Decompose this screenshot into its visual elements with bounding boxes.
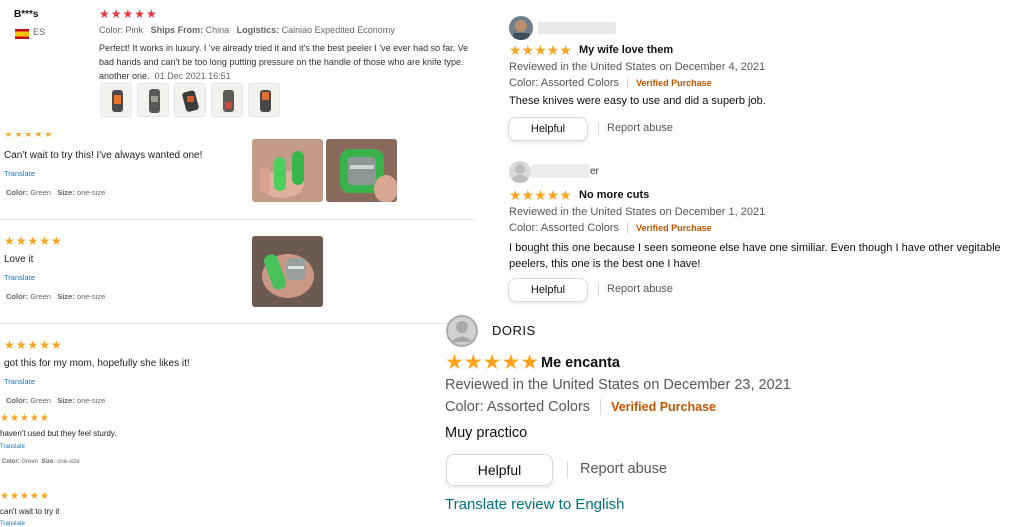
redacted-username: [531, 164, 589, 178]
reviewer-name: DORIS: [492, 323, 536, 338]
rating-stars: ★★★★★: [509, 42, 572, 58]
rating-stars: ★★★★★: [4, 338, 63, 352]
review-body: I bought this one because I seen someone…: [509, 242, 1001, 270]
helpful-button[interactable]: Helpful: [508, 278, 588, 302]
variant-info: Color: Assorted Colors Verified Purchase: [509, 222, 712, 235]
helpful-button[interactable]: Helpful: [446, 454, 553, 486]
translate-link[interactable]: Translate: [0, 521, 25, 527]
translate-link[interactable]: Translate: [4, 377, 35, 386]
review-body: These knives were easy to use and did a …: [509, 95, 766, 107]
translate-review-link[interactable]: Translate review to English: [445, 496, 625, 513]
rating-stars: ★★★★★: [509, 187, 572, 203]
divider: [0, 323, 475, 324]
review-title[interactable]: Me encanta: [541, 355, 620, 371]
verified-badge: Verified Purchase: [636, 78, 712, 88]
report-abuse-link[interactable]: Report abuse: [607, 122, 673, 134]
review-text: can't wait to try it: [0, 507, 60, 516]
verified-badge: Verified Purchase: [611, 400, 716, 414]
review-date: Reviewed in the United States on Decembe…: [445, 377, 791, 393]
review-photo[interactable]: [100, 83, 132, 117]
rating-stars: ★★★★★: [445, 351, 540, 374]
rating-stars: ★★★★★: [4, 133, 54, 140]
separator: [598, 122, 599, 135]
user-avatar-icon: [446, 315, 478, 347]
spain-flag-icon: [15, 26, 29, 39]
redacted-username: [538, 22, 616, 34]
review-photo[interactable]: [211, 83, 243, 117]
reviewer-name: B***s: [14, 9, 39, 20]
country-code: ES: [33, 27, 46, 37]
rating-stars: ★★★★★: [0, 413, 50, 424]
review-text: Love it: [4, 254, 34, 265]
translate-link[interactable]: Translate: [4, 273, 35, 282]
verified-badge: Verified Purchase: [636, 223, 712, 233]
rating-stars: ★★★★★: [4, 234, 63, 248]
sku-info: Color: Green Size: one-size: [6, 292, 106, 301]
rating-stars: ★★★★★: [99, 7, 158, 21]
review-title[interactable]: My wife love them: [579, 44, 673, 56]
translate-link[interactable]: Translate: [4, 169, 35, 178]
review-text: Perfect! It works in luxury. I 've alrea…: [99, 43, 469, 81]
helpful-button[interactable]: Helpful: [508, 117, 588, 141]
report-abuse-link[interactable]: Report abuse: [580, 461, 667, 477]
divider: [0, 219, 475, 220]
sku-info: Color: Green Size: one-size: [6, 396, 106, 405]
review-text: haven't used but they feel sturdy.: [0, 429, 117, 438]
review-date: Reviewed in the United States on Decembe…: [509, 206, 766, 218]
variant-info: Color: Assorted Colors Verified Purchase: [509, 77, 712, 90]
user-avatar-icon: [509, 161, 531, 183]
review-photo[interactable]: [174, 83, 206, 117]
translate-link[interactable]: Translate: [0, 444, 25, 450]
username-suffix: er: [590, 166, 599, 177]
sku-info: Color: Green Size: one-size: [2, 459, 80, 465]
review-photo[interactable]: [137, 83, 169, 117]
review-photo[interactable]: [326, 139, 397, 202]
review-photo[interactable]: [252, 139, 323, 202]
user-avatar-icon: [509, 16, 533, 40]
review-title[interactable]: No more cuts: [579, 189, 649, 201]
review-photo[interactable]: [248, 83, 280, 117]
report-abuse-link[interactable]: Report abuse: [607, 283, 673, 295]
review-photo[interactable]: [252, 236, 323, 307]
separator: [598, 283, 599, 296]
separator: [567, 461, 568, 478]
review-date: Reviewed in the United States on Decembe…: [509, 61, 766, 73]
sku-info: Color: Green Size: one-size: [6, 188, 106, 197]
review-body: Muy practico: [445, 425, 528, 441]
variant-info: Color: Assorted Colors Verified Purchase: [445, 399, 716, 416]
order-info: Color: Pink Ships From: China Logistics:…: [99, 25, 395, 35]
review-text: got this for my mom, hopefully she likes…: [4, 358, 190, 369]
review-date: 01 Dec 2021 16:51: [154, 71, 231, 81]
review-text: Can't wait to try this! I've always want…: [4, 150, 203, 161]
rating-stars: ★★★★★: [0, 491, 50, 502]
